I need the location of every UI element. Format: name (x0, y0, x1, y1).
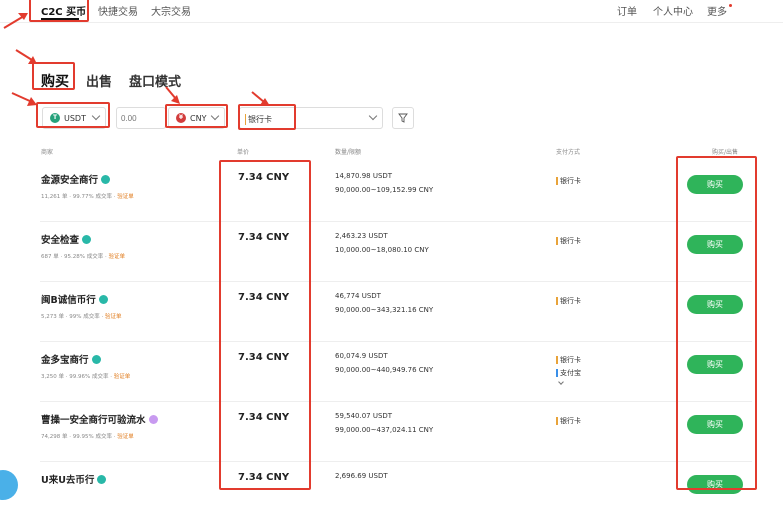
annotation-box (165, 104, 228, 128)
merchant-name[interactable]: 安全检查 (41, 232, 92, 246)
funnel-icon (398, 113, 408, 123)
payment-method: 银行卡 (556, 237, 581, 245)
table-row: 金多宝商行 3,250 单 · 99.96% 成交率 · 验证单 7.34 CN… (40, 341, 752, 402)
verified-badge-icon (98, 295, 108, 304)
notification-dot (729, 4, 732, 7)
available-amount: 59,540.07 USDT (335, 412, 393, 420)
nav-block-trade[interactable]: 大宗交易 (151, 3, 191, 18)
tab-sell[interactable]: 出售 (86, 71, 112, 90)
verified-badge-icon (101, 175, 111, 184)
chevron-down-icon[interactable] (558, 379, 564, 385)
trade-limit: 90,000.00~440,949.76 CNY (335, 366, 434, 374)
table-row: 金源安全商行 11,261 单 · 99.77% 成交率 · 验证单 7.34 … (40, 161, 752, 222)
amount-input[interactable] (116, 107, 166, 129)
merchant-stats: 3,250 单 · 99.96% 成交率 · 验证单 (41, 374, 131, 380)
available-amount: 14,870.98 USDT (335, 172, 393, 180)
available-amount: 60,074.9 USDT (335, 352, 388, 360)
verified-badge-icon (148, 415, 158, 424)
nav-profile[interactable]: 个人中心 (653, 3, 693, 18)
merchant-name[interactable]: 闽B诚信币行 (41, 292, 108, 306)
column-header-action: 购买/出售 (712, 149, 739, 156)
payment-method: 银行卡 (556, 297, 581, 305)
annotation-box (32, 62, 75, 90)
table-row: 曹操一安全商行可验流水 74,298 单 · 99.95% 成交率 · 验证单 … (40, 401, 752, 462)
annotation-box (676, 156, 757, 490)
merchant-stats: 5,273 单 · 99% 成交率 · 验证单 (41, 314, 122, 320)
merchant-stats: 11,261 单 · 99.77% 成交率 · 验证单 (41, 194, 134, 200)
avatar[interactable] (0, 470, 18, 500)
top-navigation: C2C 买币 快捷交易 大宗交易 订单 个人中心 更多 (0, 0, 783, 23)
filter-button[interactable] (392, 107, 414, 129)
trade-limit: 90,000.00~109,152.99 CNY (335, 186, 434, 194)
column-header-price: 单价 (237, 149, 250, 156)
payment-method: 支付宝 (556, 369, 581, 377)
annotation-box (238, 104, 296, 130)
verified-badge-icon (91, 355, 101, 364)
trade-limit: 90,000.00~343,321.16 CNY (335, 306, 434, 314)
available-amount: 2,696.69 USDT (335, 472, 388, 480)
verified-badge-icon (82, 235, 92, 244)
verified-badge-icon (97, 475, 107, 484)
table-row: 闽B诚信币行 5,273 单 · 99% 成交率 · 验证单 7.34 CNY … (40, 281, 752, 342)
merchant-name[interactable]: 金源安全商行 (41, 172, 111, 186)
column-header-payment: 支付方式 (556, 149, 581, 156)
trade-limit: 99,000.00~437,024.11 CNY (335, 426, 434, 434)
nav-more[interactable]: 更多 (707, 3, 727, 18)
payment-method: 银行卡 (556, 356, 581, 364)
merchant-stats: 687 单 · 95.28% 成交率 · 验证单 (41, 254, 125, 260)
available-amount: 46,774 USDT (335, 292, 381, 300)
payment-method: 银行卡 (556, 417, 581, 425)
annotation-box (29, 0, 89, 22)
merchant-stats: 74,298 单 · 99.95% 成交率 · 验证单 (41, 434, 134, 440)
merchant-name[interactable]: 金多宝商行 (41, 352, 101, 366)
nav-quick-trade[interactable]: 快捷交易 (98, 3, 138, 18)
chevron-down-icon (368, 111, 378, 121)
column-header-amount: 数量/限额 (335, 149, 362, 156)
available-amount: 2,463.23 USDT (335, 232, 388, 240)
merchant-name[interactable]: U来U去币行 (41, 472, 107, 486)
tab-orderbook[interactable]: 盘口模式 (129, 71, 181, 90)
merchant-name[interactable]: 曹操一安全商行可验流水 (41, 412, 158, 426)
payment-method: 银行卡 (556, 177, 581, 185)
table-row: U来U去币行 7.34 CNY 2,696.69 USDT 购买 (40, 461, 752, 521)
annotation-box (36, 102, 110, 128)
table-row: 安全检查 687 单 · 95.28% 成交率 · 验证单 7.34 CNY 2… (40, 221, 752, 282)
annotation-box (219, 160, 311, 490)
column-header-merchant: 商家 (41, 149, 54, 156)
trade-limit: 10,000.00~18,080.10 CNY (335, 246, 429, 254)
nav-orders[interactable]: 订单 (617, 3, 637, 18)
